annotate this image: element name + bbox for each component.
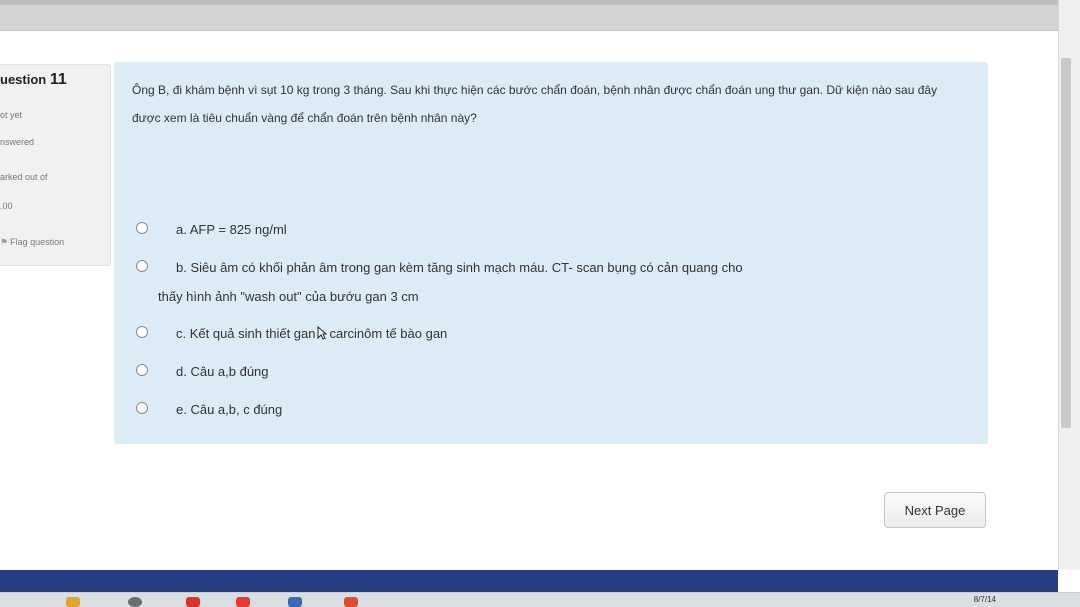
flag-icon: ⚑ xyxy=(0,237,9,247)
question-number: 11 xyxy=(49,71,67,88)
answer-option-c[interactable]: c. Kết quả sinh thiết gan carcinôm tế bào… xyxy=(136,319,966,348)
taskbar-app-icon[interactable] xyxy=(66,597,80,607)
answer-label-c: c. Kết quả sinh thiết gan carcinôm tế bào… xyxy=(136,319,966,348)
marks-line-1: arked out of xyxy=(0,172,48,182)
status-line-1: ot yet xyxy=(0,110,23,120)
answer-label-b: b. Siêu âm có khối phản âm trong gan kèm… xyxy=(176,260,743,275)
taskbar-app-icon[interactable] xyxy=(186,597,200,607)
radio-button-c[interactable] xyxy=(136,326,148,338)
taskbar-app-icon[interactable] xyxy=(128,597,142,607)
radio-button-b[interactable] xyxy=(136,260,148,272)
answer-option-b[interactable]: b. Siêu âm có khối phản âm trong gan kèm… xyxy=(136,253,966,311)
question-number-heading: uestion 11 xyxy=(0,71,67,89)
answer-option-e[interactable]: e. Câu a,b, c đúng xyxy=(136,395,966,424)
taskbar-app-icon[interactable] xyxy=(236,597,250,607)
answer-label-a: a. AFP = 825 ng/ml xyxy=(176,222,287,237)
browser-viewport: uestion 11 ot yet nswered arked out of .… xyxy=(0,0,1080,607)
radio-button-a[interactable] xyxy=(136,222,148,234)
answer-label-e: e. Câu a,b, c đúng xyxy=(176,402,283,417)
flag-question-link[interactable]: ⚑ Flag question xyxy=(0,237,64,248)
question-info-panel xyxy=(0,64,111,266)
question-prefix: uestion xyxy=(0,72,47,87)
taskbar-app-icon[interactable] xyxy=(344,597,358,607)
taskbar-app-icon[interactable] xyxy=(288,597,302,607)
browser-top-strip xyxy=(0,0,1058,31)
radio-button-d[interactable] xyxy=(136,364,148,376)
page-footer-bar xyxy=(0,570,1058,592)
answer-option-a[interactable]: a. AFP = 825 ng/ml xyxy=(136,215,966,244)
answer-option-d[interactable]: d. Câu a,b đúng xyxy=(136,357,966,386)
radio-button-e[interactable] xyxy=(136,402,148,414)
answer-label-d: d. Câu a,b đúng xyxy=(176,364,269,379)
mouse-cursor-icon xyxy=(317,326,328,340)
answer-label-b-line2: thấy hình ảnh "wash out" của bướu gan 3 … xyxy=(158,289,419,304)
marks-line-2: .00 xyxy=(0,201,13,211)
os-taskbar: 8/7/14 xyxy=(0,592,1080,607)
taskbar-clock: 8/7/14 xyxy=(973,595,996,604)
question-text: Ông B, đi khám bệnh vì sụt 10 kg trong 3… xyxy=(132,83,938,125)
flag-question-label: Flag question xyxy=(10,237,65,247)
next-page-button[interactable]: Next Page xyxy=(884,492,986,528)
answer-label-c-part2: carcinôm tế bào gan xyxy=(329,326,448,341)
answer-label-c-part1: c. Kết quả sinh thiết gan xyxy=(176,326,316,341)
scrollbar-thumb[interactable] xyxy=(1061,58,1071,428)
status-line-2: nswered xyxy=(0,137,35,147)
